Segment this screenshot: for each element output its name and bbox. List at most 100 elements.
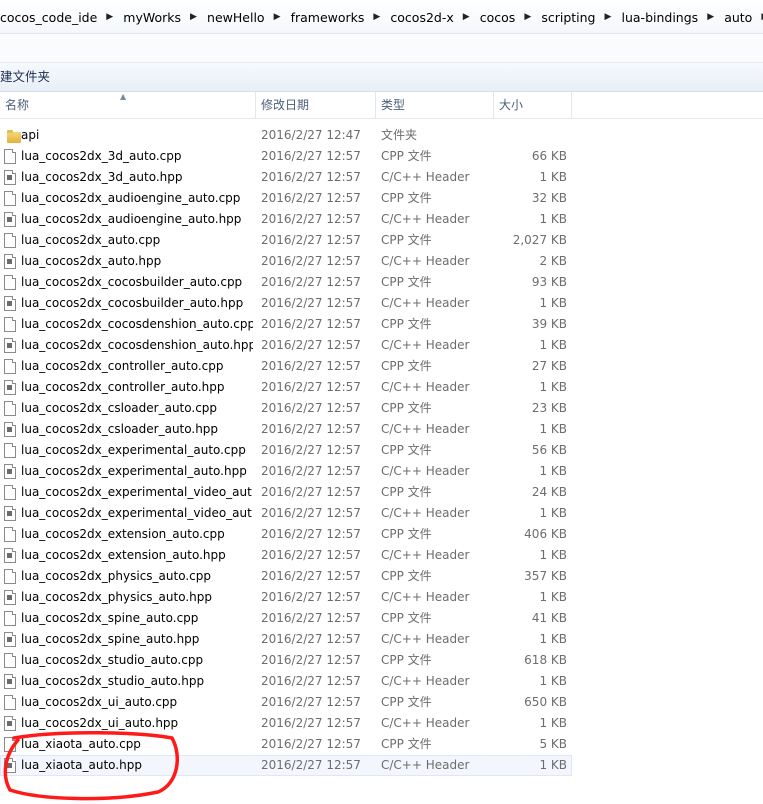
file-date: 2016/2/27 12:57 — [261, 653, 361, 667]
file-row[interactable]: lua_cocos2dx_3d_auto.hpp 2016/2/27 12:57 C… — [0, 167, 572, 188]
file-type: C/C++ Header — [381, 674, 470, 688]
file-size: 1 KB — [539, 212, 567, 226]
file-date: 2016/2/27 12:57 — [261, 695, 361, 709]
new-folder-button[interactable]: 建文件夹 — [0, 68, 56, 86]
file-row[interactable]: lua_cocos2dx_controller_auto.hpp 2016/2/2… — [0, 377, 572, 398]
chevron-right-icon[interactable]: ▶ — [106, 12, 123, 22]
file-row[interactable]: lua_cocos2dx_experimental_video_aut... 20… — [0, 482, 572, 503]
chevron-right-icon[interactable]: ▶ — [605, 12, 622, 22]
file-size: 650 KB — [524, 695, 567, 709]
breadcrumb-item[interactable]: cocos_code_ide ▶ — [0, 9, 123, 25]
file-size: 1 KB — [539, 548, 567, 562]
file-date: 2016/2/27 12:57 — [261, 716, 361, 730]
chevron-right-icon[interactable]: ▶ — [373, 12, 390, 22]
file-date: 2016/2/27 12:57 — [261, 569, 361, 583]
breadcrumb-item-label: auto — [724, 9, 753, 25]
chevron-right-icon[interactable]: ▶ — [190, 12, 207, 22]
header-file-icon — [4, 170, 16, 185]
file-row[interactable]: lua_cocos2dx_physics_auto.cpp 2016/2/27 1… — [0, 566, 572, 587]
file-name: lua_cocos2dx_auto.cpp — [21, 233, 161, 247]
file-type: C/C++ Header — [381, 506, 470, 520]
cpp-file-icon — [4, 527, 16, 542]
chevron-right-icon[interactable]: ▶ — [524, 12, 541, 22]
breadcrumb-item[interactable]: auto▶ — [724, 9, 763, 25]
file-type: 文件夹 — [381, 128, 418, 142]
file-size: 406 KB — [524, 527, 567, 541]
file-size: 1 KB — [539, 422, 567, 436]
file-row[interactable]: lua_cocos2dx_csloader_auto.hpp 2016/2/27 … — [0, 419, 572, 440]
file-size: 1 KB — [539, 506, 567, 520]
file-name: lua_cocos2dx_3d_auto.hpp — [21, 170, 183, 184]
file-name: lua_cocos2dx_auto.hpp — [21, 254, 162, 268]
file-date: 2016/2/27 12:57 — [261, 758, 361, 772]
file-size: 1 KB — [539, 338, 567, 352]
header-file-icon — [4, 464, 16, 479]
file-row[interactable]: lua_cocos2dx_auto.hpp 2016/2/27 12:57 C/C+… — [0, 251, 572, 272]
file-type: C/C++ Header — [381, 422, 470, 436]
header-file-icon — [4, 590, 16, 605]
file-row[interactable]: lua_cocos2dx_ui_auto.hpp 2016/2/27 12:57 C… — [0, 713, 572, 734]
file-row[interactable]: lua_cocos2dx_extension_auto.cpp 2016/2/27… — [0, 524, 572, 545]
column-header-type[interactable]: 类型 — [376, 92, 494, 118]
file-row[interactable]: lua_cocos2dx_studio_auto.hpp 2016/2/27 12… — [0, 671, 572, 692]
file-row[interactable]: lua_cocos2dx_spine_auto.hpp 2016/2/27 12:… — [0, 629, 572, 650]
file-row[interactable]: lua_cocos2dx_ui_auto.cpp 2016/2/27 12:57 C… — [0, 692, 572, 713]
file-row[interactable]: lua_cocos2dx_cocosbuilder_auto.hpp 2016/2… — [0, 293, 572, 314]
breadcrumb: cocos_code_ide ▶ myWorks ▶ newHello ▶ framewor… — [0, 9, 763, 25]
file-row[interactable]: lua_cocos2dx_csloader_auto.cpp 2016/2/27 … — [0, 398, 572, 419]
file-row[interactable]: api 2016/2/27 12:47 文件夹 — [0, 125, 572, 146]
column-header-size[interactable]: 大小 — [494, 92, 572, 118]
file-row[interactable]: lua_cocos2dx_experimental_auto.cpp 2016/2… — [0, 440, 572, 461]
file-row[interactable]: lua_cocos2dx_cocosbuilder_auto.cpp 2016/2… — [0, 272, 572, 293]
chevron-right-icon[interactable]: ▶ — [707, 12, 724, 22]
column-header-name[interactable]: 名称 ▲ — [0, 92, 256, 118]
file-type: CPP 文件 — [381, 737, 432, 751]
file-type: CPP 文件 — [381, 317, 432, 331]
file-row[interactable]: lua_cocos2dx_studio_auto.cpp 2016/2/27 12… — [0, 650, 572, 671]
file-row[interactable]: lua_xiaota_auto.hpp 2016/2/27 12:57 C/C++ … — [0, 755, 572, 776]
chevron-right-icon[interactable]: ▶ — [463, 12, 480, 22]
breadcrumb-item[interactable]: frameworks ▶ — [291, 9, 391, 25]
breadcrumb-item[interactable]: cocos ▶ — [480, 9, 542, 25]
file-date: 2016/2/27 12:57 — [261, 317, 361, 331]
file-name: lua_cocos2dx_extension_auto.cpp — [21, 527, 225, 541]
file-size: 1 KB — [539, 380, 567, 394]
file-row[interactable]: lua_xiaota_auto.cpp 2016/2/27 12:57 CPP 文件… — [0, 734, 572, 755]
file-date: 2016/2/27 12:57 — [261, 506, 361, 520]
file-date: 2016/2/27 12:57 — [261, 422, 361, 436]
column-header-date[interactable]: 修改日期 — [256, 92, 376, 118]
file-name: lua_cocos2dx_extension_auto.hpp — [21, 548, 226, 562]
address-bar[interactable]: cocos_code_ide ▶ myWorks ▶ newHello ▶ framewor… — [0, 0, 763, 34]
file-size: 1 KB — [539, 632, 567, 646]
file-size: 1 KB — [539, 464, 567, 478]
breadcrumb-item-label: cocos2d-x — [390, 9, 454, 25]
file-row[interactable]: lua_cocos2dx_experimental_video_aut... 20… — [0, 503, 572, 524]
breadcrumb-item-label: newHello — [207, 9, 265, 25]
breadcrumb-item[interactable]: scripting ▶ — [541, 9, 621, 25]
file-size: 39 KB — [531, 317, 567, 331]
file-row[interactable]: lua_cocos2dx_physics_auto.hpp 2016/2/27 1… — [0, 587, 572, 608]
breadcrumb-item[interactable]: cocos2d-x ▶ — [390, 9, 479, 25]
file-type: C/C++ Header — [381, 590, 470, 604]
file-row[interactable]: lua_cocos2dx_extension_auto.hpp 2016/2/27… — [0, 545, 572, 566]
file-row[interactable]: lua_cocos2dx_experimental_auto.hpp 2016/2… — [0, 461, 572, 482]
file-row[interactable]: lua_cocos2dx_3d_auto.cpp 2016/2/27 12:57 C… — [0, 146, 572, 167]
breadcrumb-item[interactable]: myWorks ▶ — [123, 9, 207, 25]
file-row[interactable]: lua_cocos2dx_cocosdenshion_auto.hpp 2016/… — [0, 335, 572, 356]
file-name: lua_cocos2dx_experimental_video_aut... — [21, 485, 253, 499]
file-row[interactable]: lua_cocos2dx_auto.cpp 2016/2/27 12:57 CPP … — [0, 230, 572, 251]
search-strip — [0, 34, 763, 63]
file-row[interactable]: lua_cocos2dx_controller_auto.cpp 2016/2/2… — [0, 356, 572, 377]
file-row[interactable]: lua_cocos2dx_audioengine_auto.hpp 2016/2/… — [0, 209, 572, 230]
breadcrumb-item[interactable]: newHello ▶ — [207, 9, 291, 25]
breadcrumb-item[interactable]: lua-bindings ▶ — [622, 9, 725, 25]
chevron-right-icon[interactable]: ▶ — [274, 12, 291, 22]
file-row[interactable]: lua_cocos2dx_spine_auto.cpp 2016/2/27 12:… — [0, 608, 572, 629]
file-date: 2016/2/27 12:57 — [261, 611, 361, 625]
file-row[interactable]: lua_cocos2dx_audioengine_auto.cpp 2016/2/… — [0, 188, 572, 209]
file-type: CPP 文件 — [381, 695, 432, 709]
file-type: CPP 文件 — [381, 275, 432, 289]
file-size: 1 KB — [539, 758, 567, 772]
file-row[interactable]: lua_cocos2dx_cocosdenshion_auto.cpp 2016/… — [0, 314, 572, 335]
folder-icon — [4, 128, 21, 143]
